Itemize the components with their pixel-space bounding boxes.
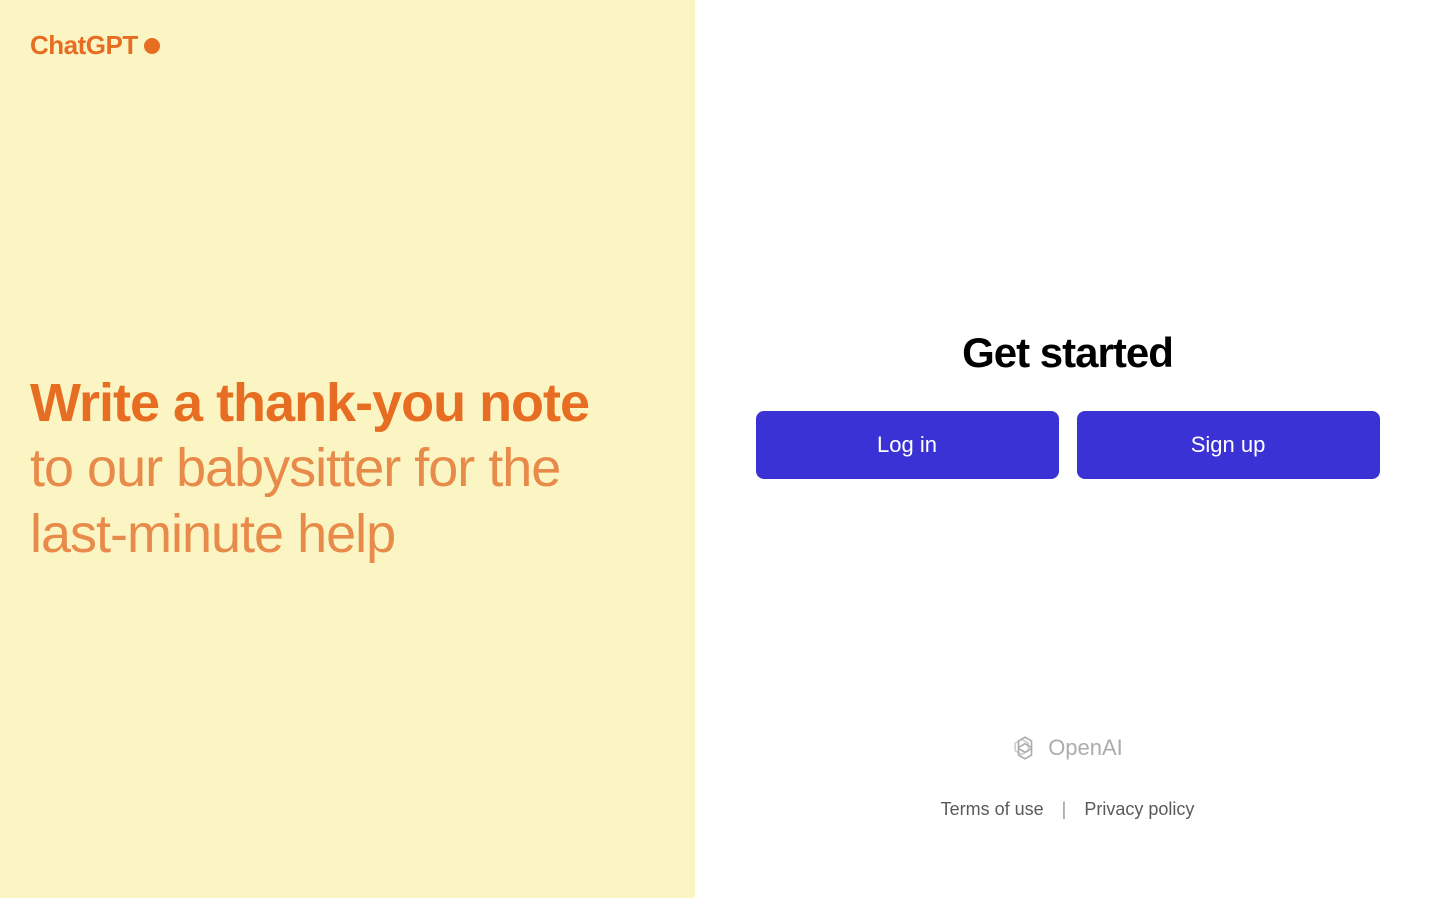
footer-links: Terms of use | Privacy policy — [941, 799, 1195, 820]
auth-button-row: Log in Sign up — [756, 411, 1380, 479]
logo-text: ChatGPT — [30, 30, 138, 61]
login-button[interactable]: Log in — [756, 411, 1059, 479]
get-started-section: Get started Log in Sign up — [756, 329, 1380, 479]
footer-divider: | — [1062, 799, 1067, 820]
get-started-heading: Get started — [962, 329, 1173, 377]
footer-section: OpenAI Terms of use | Privacy policy — [941, 735, 1195, 820]
prompt-bold-text: Write a thank-you note — [30, 371, 645, 436]
openai-text: OpenAI — [1048, 735, 1123, 761]
signup-button[interactable]: Sign up — [1077, 411, 1380, 479]
terms-of-use-link[interactable]: Terms of use — [941, 799, 1044, 820]
logo-dot-icon — [144, 38, 160, 54]
left-panel: ChatGPT Write a thank-you note to our ba… — [0, 0, 695, 898]
privacy-policy-link[interactable]: Privacy policy — [1084, 799, 1194, 820]
right-panel: Get started Log in Sign up OpenAI Terms … — [695, 0, 1440, 898]
example-prompt: Write a thank-you note to our babysitter… — [30, 371, 665, 568]
chatgpt-logo: ChatGPT — [30, 30, 665, 61]
openai-brand: OpenAI — [1012, 735, 1123, 761]
prompt-light-text: to our babysitter for the last-minute he… — [30, 436, 645, 568]
openai-icon — [1012, 735, 1038, 761]
